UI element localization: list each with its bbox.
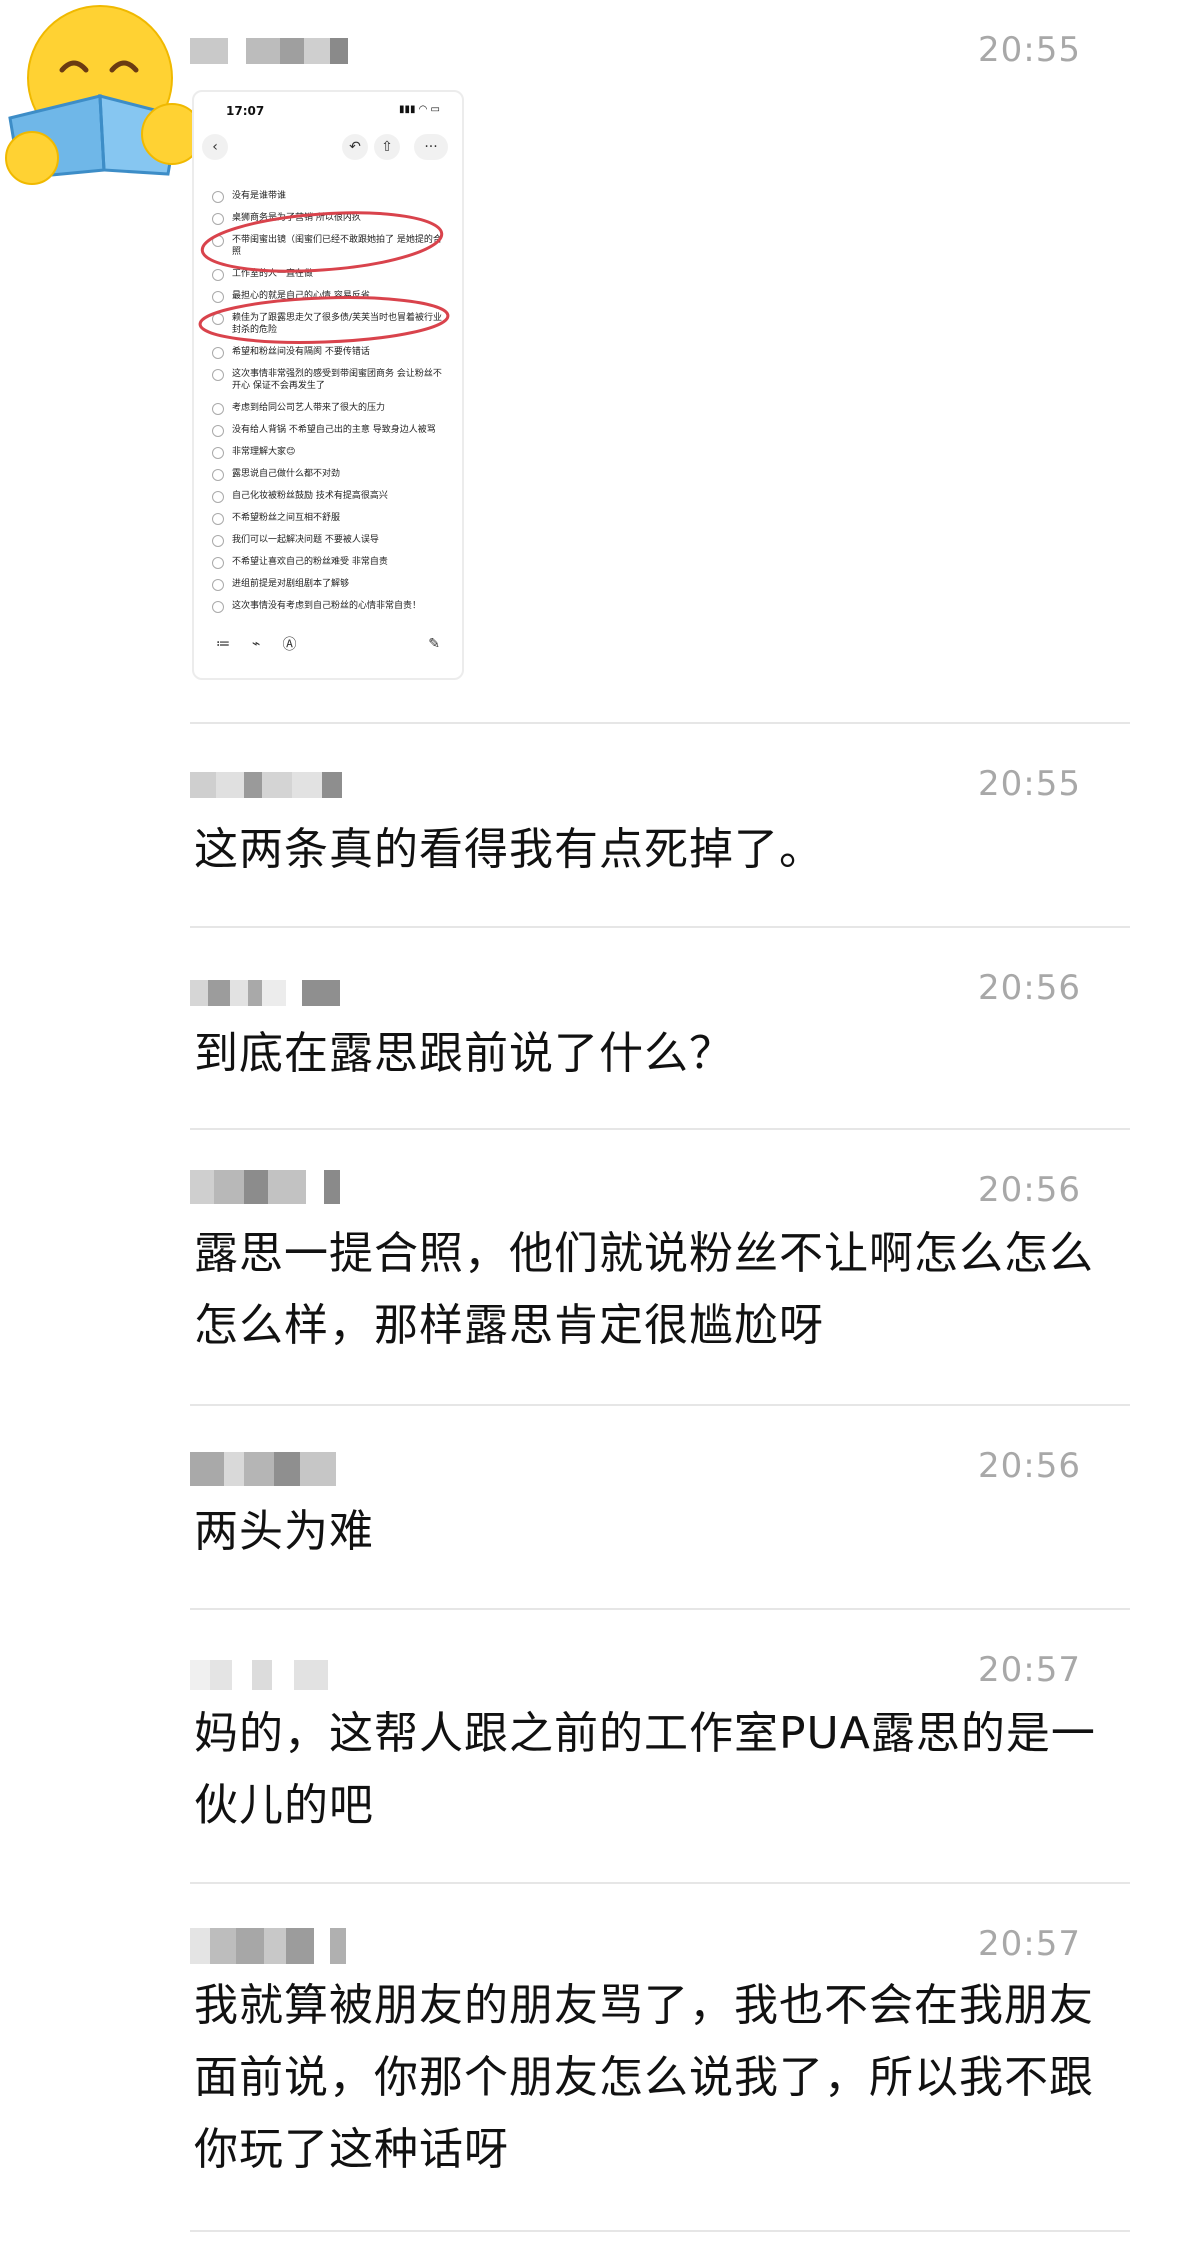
message-time: 20:56: [978, 1446, 1081, 1486]
message-text: 露思一提合照，他们就说粉丝不让啊怎么怎么怎么样，那样露思肯定很尴尬呀: [194, 1228, 1094, 1351]
shared-screenshot[interactable]: 17:07 ▮▮▮ ◠ ▭ ‹ ↶ ⇧ ··· 没有是谁带谁 桌狮商务是为了营销…: [192, 90, 464, 680]
compose-icon: ✎: [428, 636, 440, 652]
blurred-username: [190, 772, 342, 798]
message-text: 这两条真的看得我有点死掉了。: [194, 824, 824, 875]
reading-emoji-icon: [5, 5, 203, 185]
message-time: 20:57: [978, 1650, 1081, 1690]
blurred-username: [190, 1660, 328, 1690]
message-time: 20:56: [978, 968, 1081, 1008]
message-text: 两头为难: [194, 1506, 374, 1557]
message-time: 20:55: [978, 30, 1081, 70]
blurred-username: [190, 980, 340, 1006]
checklist-icon: ≔: [216, 636, 230, 652]
red-circle-annotation: [198, 211, 450, 344]
message-text: 我就算被朋友的朋友骂了，我也不会在我朋友面前说，你那个朋友怎么说我了，所以我不跟…: [194, 1980, 1094, 2175]
message-text: 到底在露思跟前说了什么？: [194, 1028, 734, 1079]
message-item: 20:57 妈的，这帮人跟之前的工作室PUA露思的是一伙儿的吧: [190, 1610, 1130, 1882]
blurred-username: [190, 38, 348, 64]
message-item: 20:55 这两条真的看得我有点死掉了。: [190, 724, 1130, 924]
blurred-username: [190, 1452, 336, 1486]
message-item: 20:56 两头为难: [190, 1406, 1130, 1606]
message-text: 妈的，这帮人跟之前的工作室PUA露思的是一伙儿的吧: [194, 1708, 1096, 1831]
blurred-username: [190, 1170, 340, 1204]
markup-icon: Ⓐ: [282, 637, 297, 653]
message-item: 20:57 我就算被朋友的朋友骂了，我也不会在我朋友面前说，你那个朋友怎么说我了…: [190, 1884, 1130, 2243]
divider: [190, 2230, 1130, 2232]
message-item: 20:56 露思一提合照，他们就说粉丝不让啊怎么怎么怎么样，那样露思肯定很尴尬呀: [190, 1130, 1130, 1404]
message-time: 20:56: [978, 1170, 1081, 1210]
message-time: 20:55: [978, 764, 1081, 804]
message-time: 20:57: [978, 1924, 1081, 1964]
message-item: 20:56 到底在露思跟前说了什么？: [190, 928, 1130, 1128]
attachment-icon: ⌁: [252, 636, 261, 652]
blurred-username: [190, 1928, 346, 1964]
screenshot-toolbar: ≔ ⌁ Ⓐ ✎: [216, 632, 440, 656]
